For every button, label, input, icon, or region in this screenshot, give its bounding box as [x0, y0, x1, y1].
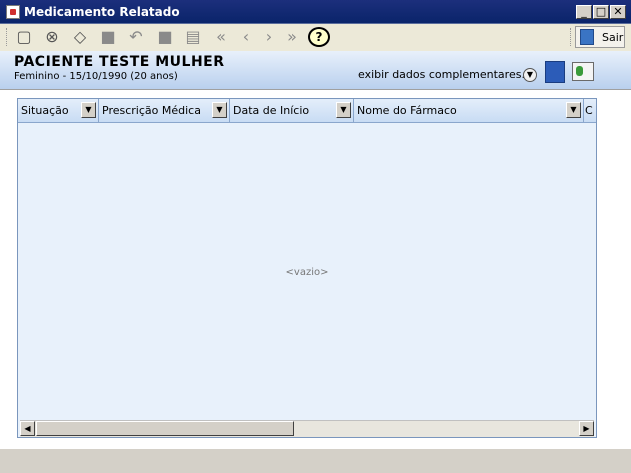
exit-label: Sair: [602, 31, 624, 44]
chevron-down-icon[interactable]: ▼: [336, 102, 351, 118]
new-document-icon[interactable]: ▢: [14, 27, 34, 47]
toolbar-grip: [6, 28, 9, 46]
scroll-left-icon[interactable]: ◀: [20, 421, 35, 436]
column-label: Nome do Fármaco: [357, 104, 457, 117]
column-header-prescricao[interactable]: Prescrição Médica ▼: [99, 99, 230, 122]
last-record-icon[interactable]: »: [282, 27, 302, 47]
column-label: C: [585, 104, 593, 117]
patient-card-icon[interactable]: [572, 62, 594, 81]
column-header-data-inicio[interactable]: Data de Início ▼: [230, 99, 354, 122]
patient-info: Feminino - 15/10/1990 (20 anos): [14, 71, 178, 82]
title-bar: Medicamento Relatado _ □ ✕: [0, 0, 631, 24]
first-record-icon[interactable]: «: [211, 27, 231, 47]
previous-record-icon[interactable]: ‹: [236, 27, 256, 47]
horizontal-scrollbar[interactable]: ◀ ▶: [20, 420, 594, 437]
column-label: Prescrição Médica: [102, 104, 201, 117]
scroll-right-icon[interactable]: ▶: [579, 421, 594, 436]
extra-data-link[interactable]: exibir dados complementares...: [358, 68, 532, 81]
status-bar: [0, 449, 631, 473]
empty-placeholder: <vazio>: [285, 267, 329, 278]
column-header-farmaco[interactable]: Nome do Fármaco ▼: [354, 99, 584, 122]
column-header-situacao[interactable]: Situação ▼: [18, 99, 99, 122]
maximize-button[interactable]: □: [593, 5, 609, 19]
column-header-c[interactable]: C: [584, 99, 596, 122]
grid-header: Situação ▼ Prescrição Médica ▼ Data de I…: [18, 99, 596, 123]
undo-icon[interactable]: ↶: [126, 27, 146, 47]
close-button[interactable]: ✕: [610, 5, 626, 19]
column-label: Data de Início: [233, 104, 310, 117]
chevron-down-icon[interactable]: ▼: [212, 102, 227, 118]
trash-icon[interactable]: ■: [98, 27, 118, 47]
chevron-down-icon[interactable]: ▼: [523, 68, 537, 82]
app-icon: [6, 5, 20, 19]
shield-document-icon[interactable]: [545, 61, 565, 83]
chevron-down-icon[interactable]: ▼: [81, 102, 96, 118]
scroll-thumb[interactable]: [36, 421, 294, 436]
save-icon[interactable]: ■: [155, 27, 175, 47]
help-icon[interactable]: ?: [308, 27, 330, 47]
patient-name: PACIENTE TESTE MULHER: [14, 54, 225, 70]
print-icon[interactable]: ▤: [183, 27, 203, 47]
exit-button[interactable]: Sair: [575, 26, 625, 48]
door-icon: [580, 29, 594, 45]
patient-header: PACIENTE TESTE MULHER Feminino - 15/10/1…: [0, 51, 631, 90]
toolbar: ▢ ⊗ ◇ ■ ↶ ■ ▤ « ‹ › » ? Sair: [0, 24, 631, 52]
binoculars-icon[interactable]: ⊗: [42, 27, 62, 47]
column-label: Situação: [21, 104, 69, 117]
toolbar-separator: [570, 28, 573, 46]
eraser-icon[interactable]: ◇: [70, 27, 90, 47]
chevron-down-icon[interactable]: ▼: [566, 102, 581, 118]
window-title: Medicamento Relatado: [24, 5, 180, 19]
minimize-button[interactable]: _: [576, 5, 592, 19]
next-record-icon[interactable]: ›: [259, 27, 279, 47]
medication-grid[interactable]: Situação ▼ Prescrição Médica ▼ Data de I…: [17, 98, 597, 438]
